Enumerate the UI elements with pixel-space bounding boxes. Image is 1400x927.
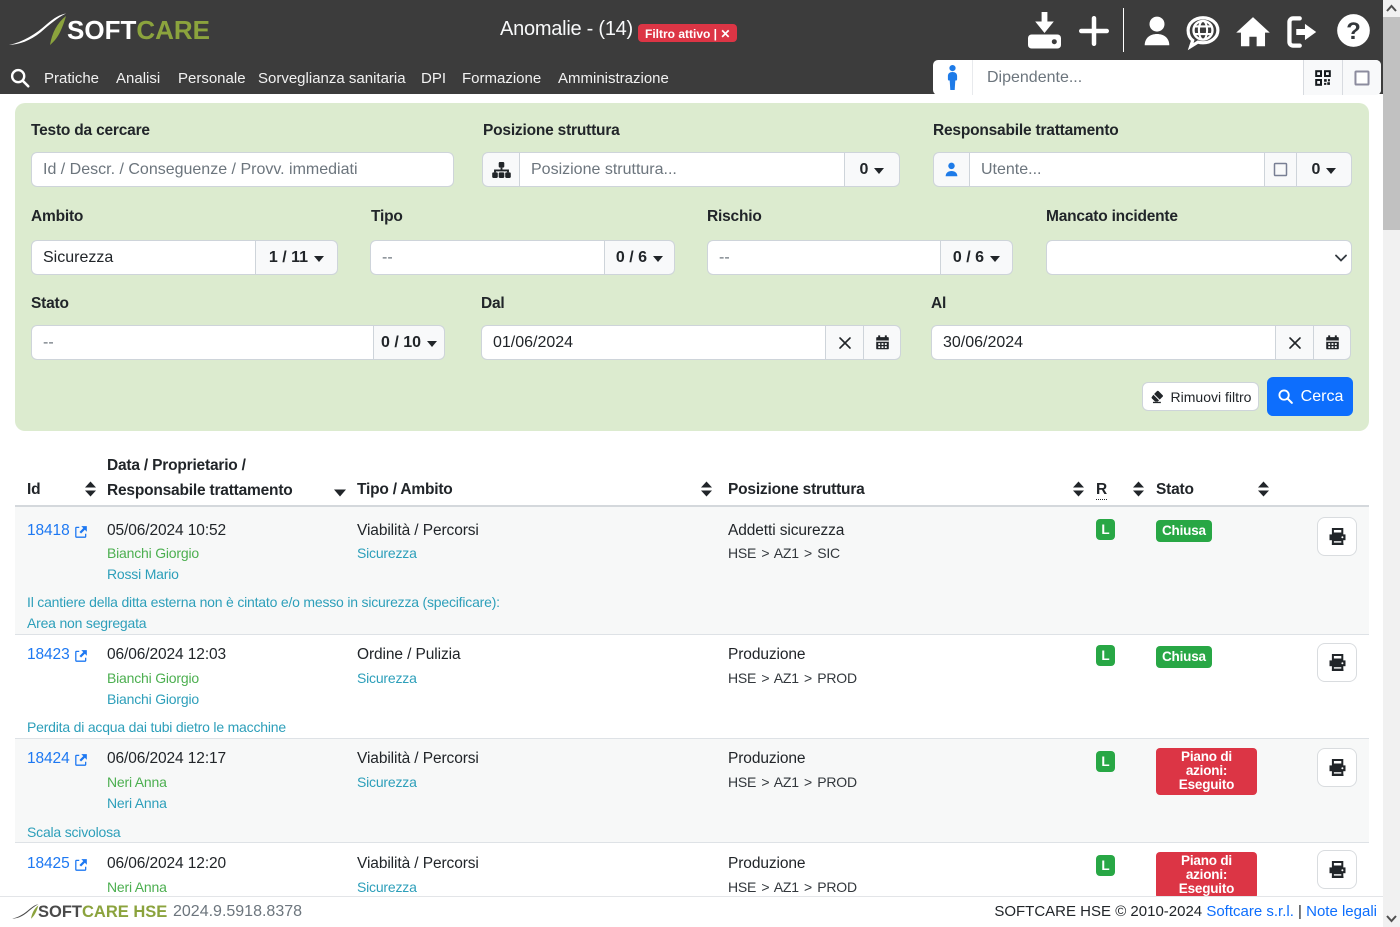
svg-text:?: ? <box>1346 18 1361 45</box>
